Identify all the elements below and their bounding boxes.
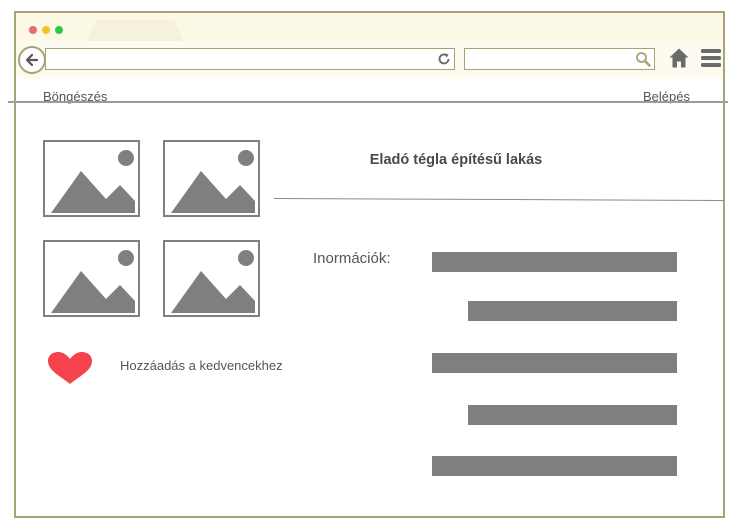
search-icon[interactable]	[635, 51, 651, 67]
home-icon[interactable]	[668, 47, 690, 69]
address-bar[interactable]	[45, 48, 455, 70]
image-placeholder-icon	[171, 250, 255, 313]
listing-image-4[interactable]	[163, 240, 260, 317]
maximize-window-dot[interactable]	[55, 26, 63, 34]
add-to-favorites-link[interactable]: Hozzáadás a kedvencekhez	[120, 358, 283, 373]
info-label: Inormációk:	[313, 250, 391, 267]
info-text-line	[432, 252, 677, 272]
nav-divider	[8, 101, 728, 103]
back-arrow-icon	[25, 53, 39, 67]
search-input[interactable]	[464, 48, 655, 70]
back-button[interactable]	[18, 46, 46, 74]
info-text-line	[468, 301, 677, 321]
minimize-window-dot[interactable]	[42, 26, 50, 34]
window-controls	[29, 26, 63, 34]
image-placeholder-icon	[51, 150, 135, 213]
browser-tab[interactable]	[86, 20, 184, 43]
close-window-dot[interactable]	[29, 26, 37, 34]
reload-icon[interactable]	[436, 51, 452, 67]
listing-image-1[interactable]	[43, 140, 140, 217]
browser-chrome	[16, 13, 723, 79]
listing-title: Eladó tégla építésű lakás	[369, 152, 543, 168]
listing-image-3[interactable]	[43, 240, 140, 317]
info-text-line	[432, 353, 677, 373]
info-text-line	[432, 456, 677, 476]
menu-icon[interactable]	[701, 48, 721, 68]
listing-image-2[interactable]	[163, 140, 260, 217]
browser-toolbar	[16, 41, 723, 79]
top-nav: Böngészés Belépés	[16, 79, 723, 113]
image-placeholder-icon	[171, 150, 255, 213]
image-placeholder-icon	[51, 250, 135, 313]
info-text-line	[468, 405, 677, 425]
heart-icon[interactable]	[46, 351, 94, 385]
